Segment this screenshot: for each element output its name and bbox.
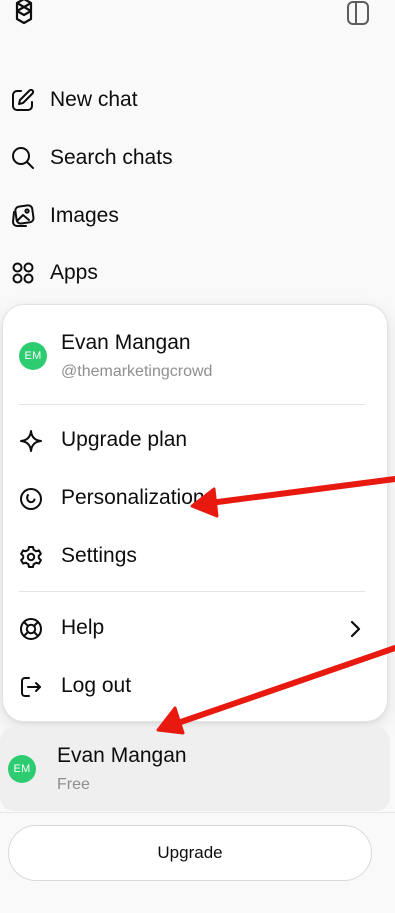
sidebar-item-images[interactable]: Images (0, 192, 380, 240)
sidebar-item-label: Apps (50, 261, 98, 284)
sidebar-toggle-icon[interactable] (344, 0, 372, 28)
upgrade-button[interactable]: Upgrade (8, 825, 372, 881)
chevron-right-icon (350, 620, 361, 638)
profile-name: Evan Mangan (57, 744, 187, 767)
menu-item-upgrade-plan[interactable]: Upgrade plan (3, 417, 387, 465)
menu-item-label: Upgrade plan (61, 428, 188, 451)
menu-item-settings[interactable]: Settings (3, 533, 387, 581)
sidebar-item-search-chats[interactable]: Search chats (0, 134, 380, 182)
menu-item-label: Help (61, 616, 105, 639)
menu-divider (19, 404, 365, 405)
profile-plan: Free (57, 776, 90, 793)
menu-item-label: Personalization (61, 486, 205, 509)
sidebar-item-label: Images (50, 204, 119, 227)
menu-divider (19, 591, 365, 592)
avatar: EM (8, 755, 36, 783)
images-icon (9, 202, 37, 230)
edit-icon (9, 86, 37, 114)
apps-icon (9, 259, 37, 287)
sidebar-item-label: New chat (50, 88, 138, 111)
top-bar (0, 0, 395, 40)
search-icon (9, 144, 37, 172)
sidebar-item-label: Search chats (50, 146, 173, 169)
menu-user-name: Evan Mangan (61, 331, 191, 354)
gear-icon (17, 543, 45, 571)
menu-item-label: Log out (61, 674, 132, 697)
profile-button[interactable]: EM Evan Mangan Free (0, 727, 390, 811)
account-menu: EM Evan Mangan @themarketingcrowd Upgrad… (2, 304, 388, 722)
sidebar-item-new-chat[interactable]: New chat (0, 76, 380, 124)
sidebar-divider (0, 812, 395, 813)
logout-icon (17, 673, 45, 701)
avatar: EM (19, 342, 47, 370)
chatgpt-logo-icon[interactable] (7, 0, 41, 28)
menu-item-label: Settings (61, 544, 137, 567)
menu-user-handle: @themarketingcrowd (61, 363, 213, 380)
menu-item-personalization[interactable]: Personalization (3, 475, 387, 523)
personalization-icon (17, 485, 45, 513)
menu-item-log-out[interactable]: Log out (3, 663, 387, 711)
menu-item-help[interactable]: Help (3, 605, 387, 653)
lifebuoy-icon (17, 615, 45, 643)
sidebar-item-apps[interactable]: Apps (0, 249, 380, 297)
sparkle-icon (17, 427, 45, 455)
